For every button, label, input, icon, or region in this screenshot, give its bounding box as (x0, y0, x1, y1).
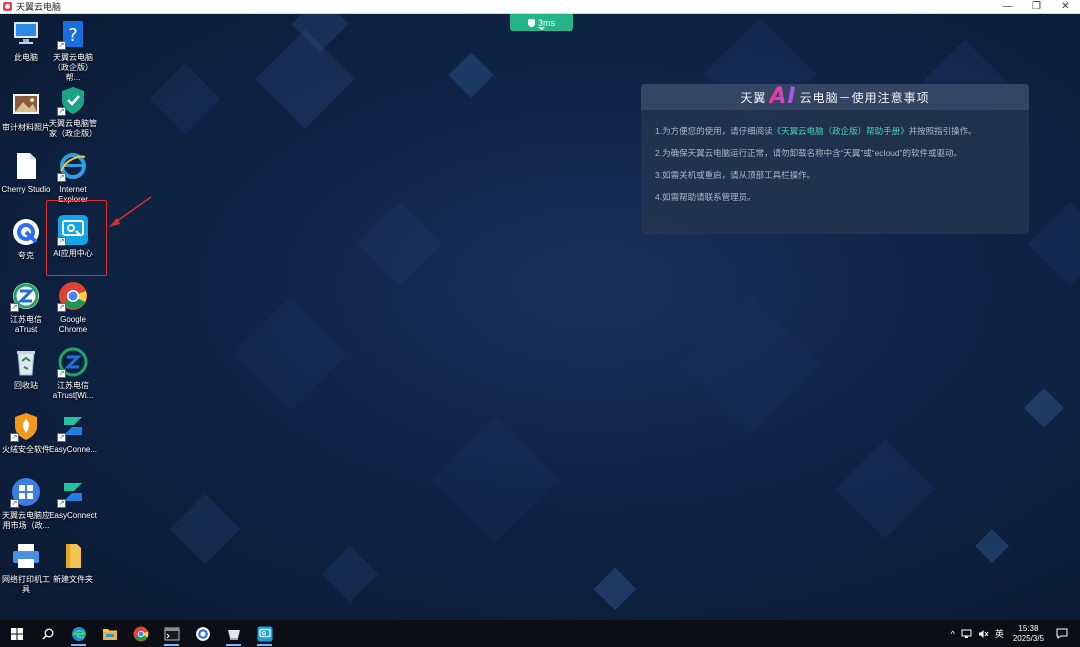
desktop-icon-app-market[interactable]: ↗ 天翼云电脑应用市场（政... (0, 476, 52, 531)
app-market-icon: ↗ (10, 476, 42, 508)
document-icon (10, 150, 42, 182)
restore-button[interactable]: ❐ (1022, 0, 1051, 14)
clock-time: 15:38 (1018, 623, 1039, 633)
shortcut-arrow-icon: ↗ (57, 433, 66, 442)
latency-indicator[interactable]: 3ms (510, 14, 573, 31)
ai-logo-text: AI (769, 84, 797, 109)
desktop-icon-quark[interactable]: 夸克 (0, 216, 52, 261)
edge-icon (71, 626, 86, 641)
clock-date: 2025/3/5 (1012, 633, 1044, 643)
usage-notice-panel: 天翼 AI 云电脑－使用注意事项 1.为方便您的使用，请仔细阅读《天翼云电脑（政… (641, 84, 1029, 234)
notification-icon[interactable] (1056, 628, 1068, 639)
shield-check-icon: ↗ (57, 84, 89, 116)
help-manual-icon: ? ↗ (57, 18, 89, 50)
shortcut-arrow-icon: ↗ (10, 433, 19, 442)
ime-indicator[interactable]: 英 (995, 627, 1004, 640)
easyconnect-icon: ↗ (57, 410, 89, 442)
terminal-icon (164, 627, 179, 640)
shortcut-arrow-icon: ↗ (57, 303, 66, 312)
shortcut-arrow-icon: ↗ (57, 499, 66, 508)
notice-line: 4.如需帮助请联系管理员。 (655, 192, 756, 202)
notice-line: 3.如需关机或重启，请从顶部工具栏操作。 (655, 170, 816, 180)
chrome-icon (133, 626, 148, 641)
desktop: 3ms 此电脑 审计材料照片 Cherry Studio 夸克 ↗ 江苏电信aT… (0, 14, 1080, 620)
desktop-icon-this-pc[interactable]: 此电脑 (0, 18, 52, 63)
ai-app-center-icon (257, 626, 272, 641)
easyconnect-icon: ↗ (57, 476, 89, 508)
desktop-icon-network-printer[interactable]: 网络打印机工具 (0, 540, 52, 595)
quark-icon (195, 626, 210, 641)
taskbar: ^ 英 15:38 2025/3/5 (0, 620, 1080, 647)
windows-logo-icon (10, 627, 23, 640)
network-icon[interactable] (961, 629, 972, 639)
close-button[interactable]: ✕ (1051, 0, 1080, 14)
taskbar-file-explorer[interactable] (94, 620, 125, 647)
minimize-button[interactable]: — (993, 0, 1022, 14)
image-file-icon (10, 88, 42, 120)
desktop-icon-recycle-bin[interactable]: 回收站 (0, 346, 52, 391)
svg-text:?: ? (68, 25, 78, 46)
shortcut-arrow-icon: ↗ (57, 173, 66, 182)
printer-icon (10, 540, 42, 572)
search-icon (41, 628, 53, 640)
taskbar-terminal[interactable] (156, 620, 187, 647)
desktop-icon-cloud-pc-manager[interactable]: ↗ 天翼云电脑管家（政企版） (47, 84, 99, 139)
chrome-icon: ↗ (57, 280, 89, 312)
desktop-icon-huorong[interactable]: ↗ 火绒安全软件 (0, 410, 52, 455)
cloud-pc-icon (227, 629, 240, 640)
latency-value: 3ms (537, 17, 555, 28)
taskbar-search-button[interactable] (32, 620, 63, 647)
huorong-shield-icon: ↗ (10, 410, 42, 442)
desktop-icon-google-chrome[interactable]: ↗ Google Chrome (47, 280, 99, 335)
highlight-box (46, 200, 107, 276)
chevron-down-icon (538, 27, 545, 30)
notice-title: 天翼 AI 云电脑－使用注意事项 (641, 84, 1029, 110)
shortcut-arrow-icon: ↗ (57, 369, 66, 378)
atrust-icon: ↗ (10, 280, 42, 312)
computer-icon (10, 18, 42, 50)
internet-explorer-icon: ↗ (57, 150, 89, 182)
window-titlebar: 天翼云电脑 — ❐ ✕ (0, 0, 1080, 14)
taskbar-clock[interactable]: 15:38 2025/3/5 (1013, 624, 1044, 644)
atrust-icon: ↗ (57, 346, 89, 378)
shortcut-arrow-icon: ↗ (10, 499, 19, 508)
desktop-icon-easyconnect-1[interactable]: ↗ EasyConne... (47, 410, 99, 455)
help-manual-link[interactable]: 《天翼云电脑（政企版）帮助手册》 (773, 126, 909, 136)
window-controls: — ❐ ✕ (993, 0, 1080, 14)
shortcut-arrow-icon: ↗ (57, 107, 66, 116)
shield-icon (527, 18, 535, 27)
taskbar-chrome[interactable] (125, 620, 156, 647)
app-icon (3, 2, 12, 11)
desktop-icon-cherry-studio[interactable]: Cherry Studio (0, 150, 52, 195)
file-explorer-icon (102, 628, 117, 640)
window-title: 天翼云电脑 (16, 1, 62, 12)
desktop-icon-audit-photos[interactable]: 审计材料照片 (0, 88, 52, 133)
folder-icon (57, 540, 89, 572)
notice-line: 1.为方便您的使用，请仔细阅读《天翼云电脑（政企版）帮助手册》并按照指引操作。 (655, 126, 977, 136)
annotation-arrow-icon (109, 196, 152, 227)
desktop-icon-internet-explorer[interactable]: ↗ Internet Explorer (47, 150, 99, 205)
desktop-icon-jsdx-atrust[interactable]: ↗ 江苏电信aTrust (0, 280, 52, 335)
taskbar-edge[interactable] (63, 620, 94, 647)
taskbar-quark[interactable] (187, 620, 218, 647)
desktop-icon-jsdx-atrust-wi[interactable]: ↗ 江苏电信aTrust[Wi... (47, 346, 99, 401)
notice-line: 2.为确保天翼云电脑运行正常，请勿卸载名称中含“天翼”或“ecloud”的软件或… (655, 148, 962, 158)
volume-muted-icon[interactable] (978, 629, 989, 639)
system-tray: ^ 英 15:38 2025/3/5 (948, 620, 1080, 647)
taskbar-ai-center[interactable] (249, 620, 280, 647)
desktop-icon-new-folder[interactable]: 新建文件夹 (47, 540, 99, 585)
start-button[interactable] (1, 620, 32, 647)
desktop-icon-cloud-pc-help[interactable]: ? ↗ 天翼云电脑（政企版）帮... (47, 18, 99, 83)
desktop-icon-easyconnect-2[interactable]: ↗ EasyConnect (47, 476, 99, 521)
tray-overflow-chevron[interactable]: ^ (951, 629, 955, 639)
shortcut-arrow-icon: ↗ (57, 41, 66, 50)
shortcut-arrow-icon: ↗ (10, 303, 19, 312)
quark-icon (10, 216, 42, 248)
recycle-bin-icon (10, 346, 42, 378)
taskbar-cloud-pc[interactable] (218, 620, 249, 647)
